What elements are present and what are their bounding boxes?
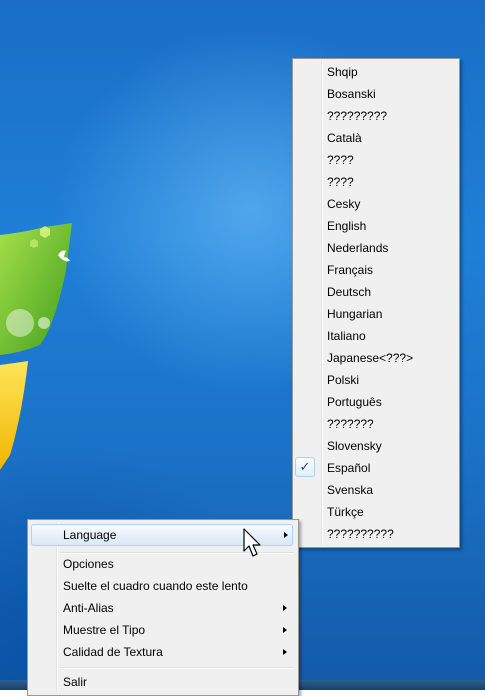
language-option[interactable]: Bosanski [295, 83, 455, 105]
language-option[interactable]: Japanese<???> [295, 347, 455, 369]
language-option-label: Italiano [327, 329, 366, 343]
language-option-label: Français [327, 263, 374, 277]
language-option[interactable]: Shqip [295, 61, 455, 83]
language-option-label: Català [327, 131, 362, 145]
language-option-label: Shqip [327, 65, 358, 79]
language-option[interactable]: Nederlands [295, 237, 455, 259]
language-option[interactable]: ???? [295, 149, 455, 171]
language-option-label: Türkçe [327, 505, 364, 519]
language-option[interactable]: Svenska [295, 479, 455, 501]
language-option-label: Nederlands [327, 241, 389, 255]
menu-separator [60, 667, 294, 669]
menu-item-label: Calidad de Textura [63, 645, 163, 659]
language-option-label: Svenska [327, 483, 374, 497]
language-option-label: Español [327, 461, 371, 475]
chevron-right-icon [284, 532, 288, 538]
menu-item-suelte-cuadro[interactable]: Suelte el cuadro cuando este lento [31, 575, 293, 597]
language-option[interactable]: Cesky [295, 193, 455, 215]
language-option[interactable]: Français [295, 259, 455, 281]
language-option[interactable]: Deutsch [295, 281, 455, 303]
language-option-label: English [327, 219, 367, 233]
menu-item-label: Suelte el cuadro cuando este lento [63, 579, 248, 593]
language-submenu: ✓ Shqip Bosanski????????? Català???????? Ce… [292, 58, 460, 548]
language-option[interactable]: Slovensky [295, 435, 455, 457]
language-option-label: Bosanski [327, 87, 376, 101]
language-option-label: ??????? [327, 417, 374, 431]
menu-item-calidad-textura[interactable]: Calidad de Textura [31, 641, 293, 663]
menu-item-label: Language [63, 528, 117, 542]
language-option-label: Slovensky [327, 439, 382, 453]
menu-item-label: Opciones [63, 557, 114, 571]
chevron-right-icon [283, 649, 287, 655]
chevron-right-icon [283, 605, 287, 611]
language-option[interactable]: Català [295, 127, 455, 149]
language-option-label: ???? [327, 153, 354, 167]
language-option-label: ?????????? [327, 527, 394, 541]
menu-item-label: Anti-Alias [63, 601, 114, 615]
language-option[interactable]: Türkçe [295, 501, 455, 523]
language-option[interactable]: Español [295, 457, 455, 479]
language-option-label: ???? [327, 175, 354, 189]
menu-item-label: Muestre el Tipo [63, 623, 146, 637]
language-option[interactable]: Português [295, 391, 455, 413]
menu-item-muestre-tipo[interactable]: Muestre el Tipo [31, 619, 293, 641]
language-option[interactable]: English [295, 215, 455, 237]
language-option[interactable]: ?????????? [295, 523, 455, 545]
language-option-label: Português [327, 395, 382, 409]
menu-item-anti-alias[interactable]: Anti-Alias [31, 597, 293, 619]
language-option-label: Hungarian [327, 307, 383, 321]
mouse-pointer-icon [243, 528, 261, 557]
chevron-right-icon [283, 627, 287, 633]
language-option[interactable]: Hungarian [295, 303, 455, 325]
language-option[interactable]: Italiano [295, 325, 455, 347]
language-option-label: Polski [327, 373, 360, 387]
language-option-label: Cesky [327, 197, 361, 211]
language-option[interactable]: ??????? [295, 413, 455, 435]
windows-logo-icon [0, 223, 72, 470]
language-option-label: ????????? [327, 109, 388, 123]
language-option-label: Japanese<???> [327, 351, 414, 365]
language-option[interactable]: Polski [295, 369, 455, 391]
language-option[interactable]: ????????? [295, 105, 455, 127]
language-option[interactable]: ???? [295, 171, 455, 193]
language-option-label: Deutsch [327, 285, 372, 299]
